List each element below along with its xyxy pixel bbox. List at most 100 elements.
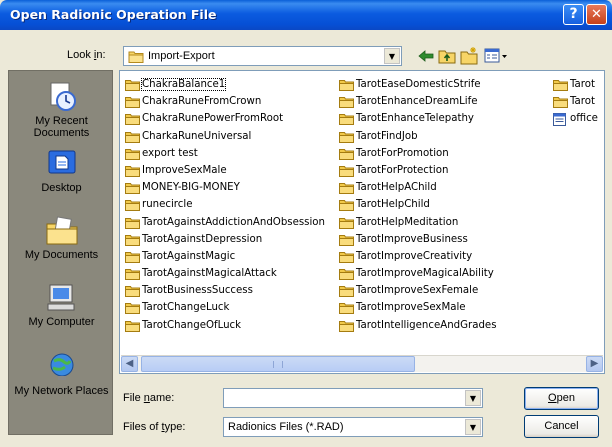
place-label: My Network Places [14,385,109,397]
open-button[interactable]: Open [524,387,599,410]
list-item[interactable]: ChakraRuneFromCrown [122,93,325,110]
up-folder-icon[interactable] [437,46,457,66]
file-name: TarotEnhanceTelepathy [356,113,474,125]
list-item[interactable]: ChakraBalance1 [122,76,325,93]
file-name: TarotAgainstMagic [142,250,236,262]
file-name: Tarot [570,79,595,90]
chevron-down-icon[interactable]: ▼ [465,390,481,406]
list-item[interactable]: TarotAgainstMagic [122,248,325,265]
file-name: TarotChangeLuck [142,302,230,314]
list-item[interactable]: ChakraRunePowerFromRoot [122,110,325,127]
list-item[interactable]: Tarot [550,93,598,110]
list-item[interactable]: TarotHelpMeditation [336,214,497,231]
list-item[interactable]: TarotImproveCreativity [336,248,497,265]
close-button[interactable]: ✕ [586,4,607,25]
file-name-combo[interactable]: ▼ [223,388,483,408]
cancel-button[interactable]: Cancel [524,415,599,438]
place-desktop[interactable]: Desktop [9,148,114,194]
list-item[interactable]: TarotEnhanceDreamLife [336,93,497,110]
file-name: TarotImproveBusiness [356,233,468,245]
look-in-value: Import-Export [148,50,215,62]
file-column-2: TarotEaseDomesticStrife TarotEnhanceDream… [336,76,497,334]
file-type-combo[interactable]: Radionics Files (*.RAD) ▼ [223,417,483,437]
file-name: TarotChangeOfLuck [142,319,242,331]
files-of-type-label: Files of type: [123,421,186,433]
window-title: Open Radionic Operation File [10,7,217,22]
chevron-down-icon[interactable]: ▼ [465,419,481,435]
list-item[interactable]: TarotEnhanceTelepathy [336,110,497,127]
place-my-documents[interactable]: My Documents [9,215,114,261]
list-item[interactable]: TarotChangeLuck [122,299,325,316]
place-label: My Computer [28,316,95,328]
file-name: TarotFindJob [356,130,418,142]
look-in-label: Look in: [67,49,106,61]
title-bar[interactable]: Open Radionic Operation File ? ✕ [0,0,612,30]
list-item[interactable]: TarotAgainstAddictionAndObsession [122,214,325,231]
folder-icon [125,320,140,338]
list-item[interactable]: ImproveSexMale [122,162,325,179]
file-name: MONEY-BIG-MONEY [142,182,240,194]
file-name: ChakraRunePowerFromRoot [142,113,284,125]
list-item[interactable]: CharkaRuneUniversal [122,128,325,145]
list-item[interactable]: TarotBusinessSuccess [122,282,325,299]
list-item[interactable]: TarotEaseDomesticStrife [336,76,497,93]
place-recent-documents[interactable]: My Recent Documents [9,81,114,139]
list-item[interactable]: export test [122,145,325,162]
place-my-computer[interactable]: My Computer [9,282,114,328]
help-button[interactable]: ? [563,4,584,25]
file-name: TarotForPromotion [356,147,449,159]
recent-documents-icon [50,82,76,111]
views-menu-icon[interactable] [483,46,509,66]
scroll-right-button[interactable]: ▶ [586,356,603,372]
scrollbar-thumb[interactable] [141,356,415,372]
folder-icon [128,51,144,63]
list-item[interactable]: office [550,110,598,127]
new-folder-icon[interactable] [459,46,479,66]
horizontal-scrollbar[interactable]: ◀ ▶ [121,355,603,372]
look-in-dropdown[interactable]: Import-Export ▼ [123,46,402,66]
list-item[interactable]: TarotIntelligenceAndGrades [336,317,497,334]
file-name: export test [142,147,198,159]
my-documents-icon [46,216,77,245]
list-item[interactable]: TarotChangeOfLuck [122,317,325,334]
list-item[interactable]: Tarot [550,76,598,93]
back-arrow-icon[interactable] [416,46,436,66]
document-file-icon [553,113,566,132]
place-network-places[interactable]: My Network Places [9,351,114,397]
folder-icon [339,320,354,338]
file-name: TarotAgainstMagicalAttack [142,268,277,280]
file-name: TarotImproveMagicalAbility [356,268,494,280]
file-list[interactable]: ChakraBalance1 ChakraRuneFromCrown ChakraR… [119,70,605,374]
file-column-3: Tarot Tarot office [550,76,598,128]
list-item[interactable]: TarotImproveSexMale [336,299,497,316]
list-item[interactable]: TarotForPromotion [336,145,497,162]
my-computer-icon [47,284,74,311]
list-item[interactable]: TarotAgainstMagicalAttack [122,265,325,282]
list-item[interactable]: TarotImproveSexFemale [336,282,497,299]
list-item[interactable]: TarotImproveMagicalAbility [336,265,497,282]
grip-icon [273,361,283,368]
list-item[interactable]: TarotFindJob [336,128,497,145]
desktop-icon [48,150,75,174]
file-name: Tarot [570,96,595,108]
list-item[interactable]: TarotHelpChild [336,196,497,213]
file-name: TarotIntelligenceAndGrades [356,319,497,331]
chevron-down-icon[interactable]: ▼ [384,48,400,64]
list-item[interactable]: TarotImproveBusiness [336,231,497,248]
network-places-icon [50,353,73,380]
file-name: TarotHelpChild [356,199,430,211]
file-name: TarotBusinessSuccess [142,285,253,297]
file-type-value: Radionics Files (*.RAD) [228,421,344,433]
list-item[interactable]: TarotHelpAChild [336,179,497,196]
list-item[interactable]: runecircle [122,196,325,213]
file-name: TarotImproveSexMale [356,302,466,314]
list-item[interactable]: MONEY-BIG-MONEY [122,179,325,196]
place-label: My Recent Documents [33,115,90,139]
list-item[interactable]: TarotAgainstDepression [122,231,325,248]
file-name: TarotImproveSexFemale [356,285,479,297]
scroll-left-button[interactable]: ◀ [121,356,138,372]
file-name: ImproveSexMale [142,164,227,176]
list-item[interactable]: TarotForProtection [336,162,497,179]
file-name-label: File name: [123,392,175,404]
file-name: TarotEaseDomesticStrife [356,79,481,90]
